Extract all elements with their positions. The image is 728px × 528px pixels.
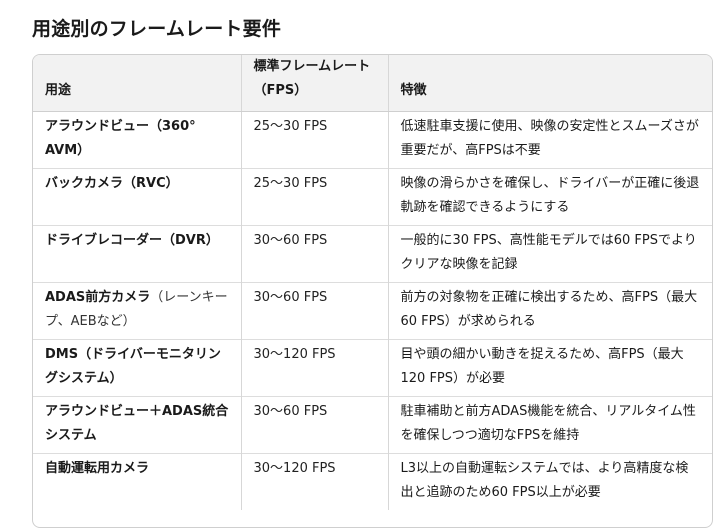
column-header-fps: 標準フレームレート（FPS） (240, 55, 388, 112)
use-cell: DMS（ドライバーモニタリングシステム） (33, 339, 241, 397)
feature-cell: 低速駐車支援に使用、映像の安定性とスムーズさが重要だが、高FPSは不要 (387, 111, 712, 169)
use-cell: アラウンドビュー（360° AVM） (33, 112, 241, 169)
fps-cell: 30～60 FPS (240, 282, 388, 340)
fps-cell: 30～60 FPS (240, 396, 388, 454)
use-cell: ADAS前方カメラ（レーンキープ、AEBなど） (33, 282, 241, 340)
fps-cell: 30～120 FPS (240, 453, 388, 510)
feature-cell: 一般的に30 FPS、高性能モデルでは60 FPSでよりクリアな映像を記録 (387, 225, 712, 283)
page-title: 用途別のフレームレート要件 (32, 18, 282, 40)
feature-cell: L3以上の自動運転システムでは、より高精度な検出と追跡のため60 FPS以上が必… (387, 453, 712, 510)
use-cell: バックカメラ（RVC） (33, 168, 241, 226)
use-label: 自動運転用カメラ (45, 461, 150, 476)
table-row: アラウンドビュー（360° AVM） 25～30 FPS 低速駐車支援に使用、映… (33, 111, 712, 169)
use-label: バックカメラ（RVC） (45, 176, 179, 191)
use-cell: 自動運転用カメラ (33, 453, 241, 510)
feature-cell: 目や頭の細かい動きを捉えるため、高FPS（最大120 FPS）が必要 (387, 339, 712, 397)
requirements-table: 用途 標準フレームレート（FPS） 特徴 アラウンドビュー（360° AVM） … (32, 54, 713, 528)
fps-cell: 25～30 FPS (240, 168, 388, 226)
feature-cell: 駐車補助と前方ADAS機能を統合、リアルタイム性を確保しつつ適切なFPSを維持 (387, 396, 712, 454)
table-header-row: 用途 標準フレームレート（FPS） 特徴 (33, 55, 712, 112)
feature-cell: 前方の対象物を正確に検出するため、高FPS（最大60 FPS）が求められる (387, 282, 712, 340)
use-cell: アラウンドビュー＋ADAS統合システム (33, 396, 241, 454)
column-header-feature: 特徴 (387, 55, 712, 112)
fps-cell: 30～120 FPS (240, 339, 388, 397)
use-label: ドライブレコーダー（DVR） (45, 233, 219, 248)
fps-cell: 30～60 FPS (240, 225, 388, 283)
table-row: 自動運転用カメラ 30～120 FPS L3以上の自動運転システムでは、より高精… (33, 453, 712, 510)
table-row: ADAS前方カメラ（レーンキープ、AEBなど） 30～60 FPS 前方の対象物… (33, 282, 712, 340)
fps-cell: 25～30 FPS (240, 111, 388, 169)
table-row: アラウンドビュー＋ADAS統合システム 30～60 FPS 駐車補助と前方ADA… (33, 396, 712, 454)
table-row: バックカメラ（RVC） 25～30 FPS 映像の滑らかさを確保し、ドライバーが… (33, 168, 712, 226)
use-label: DMS（ドライバーモニタリングシステム） (45, 347, 221, 386)
use-cell: ドライブレコーダー（DVR） (33, 225, 241, 283)
feature-cell: 映像の滑らかさを確保し、ドライバーが正確に後退軌跡を確認できるようにする (387, 168, 712, 226)
table-row: DMS（ドライバーモニタリングシステム） 30～120 FPS 目や頭の細かい動… (33, 339, 712, 397)
use-label: ADAS前方カメラ (45, 290, 151, 305)
use-label: アラウンドビュー（360° AVM） (45, 119, 196, 158)
column-header-use: 用途 (33, 55, 241, 112)
use-label: アラウンドビュー＋ADAS統合システム (45, 404, 229, 443)
table-row: ドライブレコーダー（DVR） 30～60 FPS 一般的に30 FPS、高性能モ… (33, 225, 712, 283)
